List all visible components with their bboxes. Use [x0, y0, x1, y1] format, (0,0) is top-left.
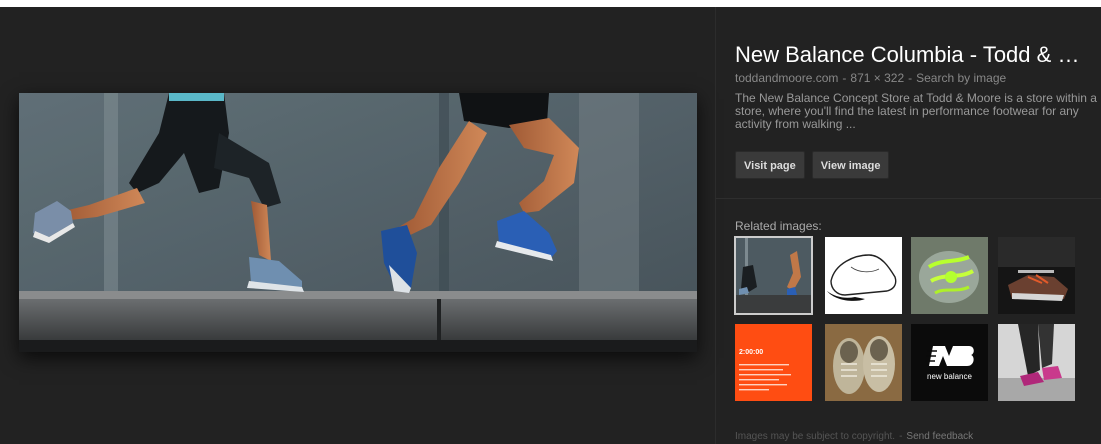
search-by-image-link[interactable]: Search by image: [916, 71, 1006, 85]
action-buttons: Visit page View image: [735, 151, 1101, 179]
related-thumb-neon-laces[interactable]: [911, 237, 988, 314]
section-divider: [716, 198, 1101, 199]
related-thumb-new-balance-logo[interactable]: new balance: [911, 324, 988, 401]
copyright-notice: Images may be subject to copyright.: [735, 431, 896, 442]
related-thumb-shoe-sketch[interactable]: [825, 237, 902, 314]
related-thumb-orange-flyer[interactable]: 2:00:00: [735, 324, 812, 401]
new-balance-logo-thumb-image: new balance: [911, 324, 988, 401]
visit-page-button[interactable]: Visit page: [735, 151, 805, 179]
worn-sneakers-thumb-image: [825, 324, 902, 401]
send-feedback-link[interactable]: Send feedback: [906, 431, 973, 442]
runners-photo: [19, 93, 697, 352]
orange-flyer-time: 2:00:00: [739, 349, 763, 356]
shoes-box-dark-thumb-image: [998, 237, 1075, 314]
main-image-preview[interactable]: [19, 93, 697, 352]
top-strip: [0, 0, 1101, 7]
view-image-button[interactable]: View image: [811, 151, 890, 179]
related-thumb-worn-sneakers[interactable]: [825, 324, 902, 401]
pink-shoe-walk-thumb-image: [998, 324, 1075, 401]
related-thumb-runners-wall[interactable]: [734, 236, 813, 315]
meta-separator-2: -: [908, 71, 913, 85]
meta-separator: -: [842, 71, 847, 85]
neon-laces-thumb-image: [911, 237, 988, 314]
copyright-footer: Images may be subject to copyright. - Send…: [735, 431, 973, 442]
related-thumb-pink-shoe-walk[interactable]: [998, 324, 1075, 401]
new-balance-wordmark: new balance: [927, 372, 972, 381]
footer-separator: -: [899, 431, 903, 442]
source-link[interactable]: toddandmoore.com: [735, 71, 838, 85]
orange-flyer-thumb-image: 2:00:00: [735, 324, 812, 401]
shoe-sketch-thumb-image: [825, 237, 902, 314]
result-meta: toddandmoore.com -871 × 322- Search by ima…: [735, 70, 1101, 86]
result-description: The New Balance Concept Store at Todd & …: [735, 91, 1097, 131]
image-dimensions: 871 × 322: [850, 71, 905, 85]
result-title[interactable]: New Balance Columbia - Todd & Moo...: [735, 40, 1095, 70]
runners-wall-thumb-image: [735, 237, 812, 314]
related-images-label: Related images:: [735, 219, 822, 233]
result-info: New Balance Columbia - Todd & Moo... tod…: [735, 40, 1101, 179]
panel-divider: [715, 7, 716, 444]
related-images: Related images: 2:00:00 new balance: [734, 219, 1075, 401]
related-thumb-shoes-box-dark[interactable]: [998, 237, 1075, 314]
